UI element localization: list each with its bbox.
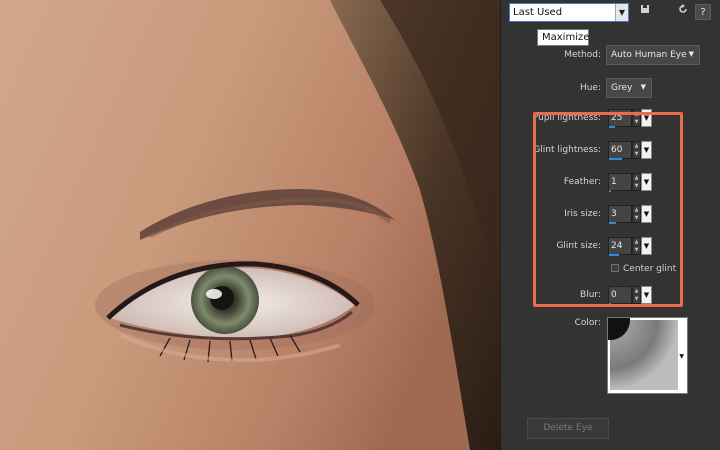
- preset-dropdown[interactable]: Last Used ▼: [509, 3, 629, 22]
- dropdown-arrow-icon: ▼: [640, 83, 646, 91]
- reset-button[interactable]: [675, 4, 691, 20]
- photo-canvas[interactable]: [0, 0, 500, 450]
- method-label: Method:: [564, 50, 601, 60]
- dropdown-arrow-icon: ▼: [688, 50, 694, 58]
- tooltip-text: Maximize: [542, 32, 590, 43]
- highlight-box: [533, 112, 683, 307]
- hue-select[interactable]: Grey ▼: [606, 78, 652, 98]
- hue-value: Grey: [611, 83, 633, 93]
- delete-eye-button[interactable]: Delete Eye: [527, 418, 609, 439]
- tooltip: Maximize: [537, 29, 589, 46]
- eye-photo-image: [0, 0, 500, 450]
- iris-preview-image: [590, 300, 687, 393]
- chevron-down-icon[interactable]: ▼: [615, 4, 628, 21]
- dropdown-arrow-icon[interactable]: ▼: [679, 353, 684, 360]
- eye-color-swatch[interactable]: ▼: [590, 300, 688, 394]
- help-button[interactable]: ?: [695, 4, 711, 20]
- preset-value: Last Used: [513, 7, 563, 18]
- method-value: Auto Human Eye: [611, 50, 687, 60]
- help-icon: ?: [700, 7, 706, 18]
- red-eye-panel: Last Used ▼ ? Maximize Method: Auto Huma…: [500, 0, 720, 450]
- save-preset-button[interactable]: [637, 4, 653, 20]
- reset-icon: [678, 4, 688, 17]
- delete-eye-label: Delete Eye: [543, 423, 593, 433]
- hue-label: Hue:: [579, 83, 601, 93]
- color-label: Color:: [574, 318, 601, 328]
- save-icon: [640, 5, 650, 17]
- method-select[interactable]: Auto Human Eye ▼: [606, 45, 700, 65]
